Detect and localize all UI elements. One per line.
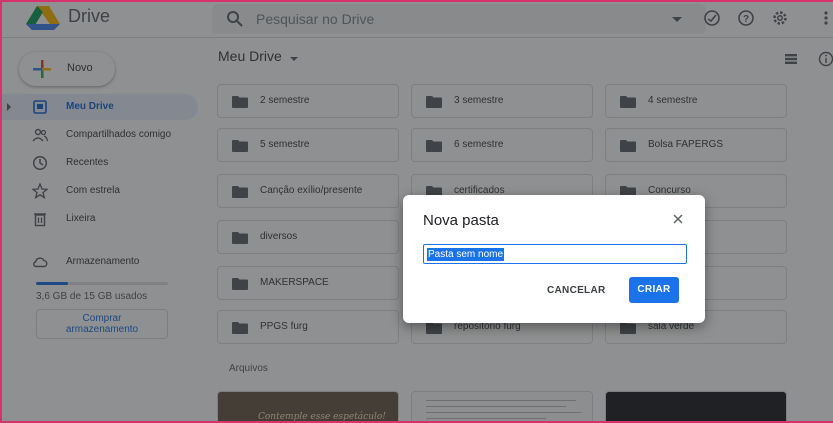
app-window: Drive Pesquisar no Drive ?	[0, 0, 833, 423]
new-folder-dialog: Nova pasta Pasta sem nome CANCELAR CRIAR	[403, 195, 705, 323]
folder-name-value: Pasta sem nome	[427, 248, 505, 261]
folder-name-input[interactable]: Pasta sem nome	[423, 244, 687, 264]
close-icon[interactable]	[671, 212, 685, 226]
dialog-title: Nova pasta	[423, 212, 499, 229]
cancel-button[interactable]: CANCELAR	[547, 285, 606, 296]
create-button[interactable]: CRIAR	[629, 277, 679, 303]
